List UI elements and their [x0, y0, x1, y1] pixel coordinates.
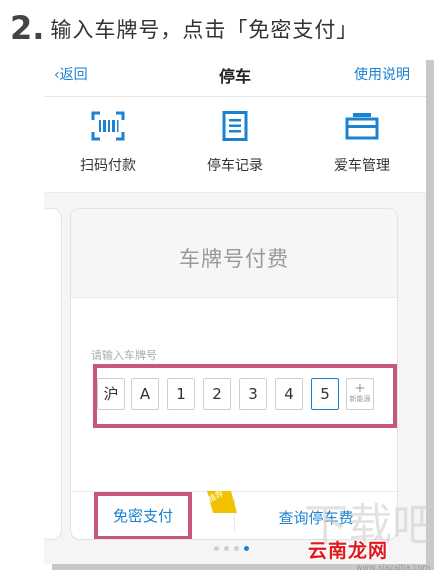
- step-instruction: 输入车牌号，点击「免密支付」: [50, 18, 359, 42]
- watermark-url: www.xiazaiba.com: [356, 563, 431, 572]
- back-label: 返回: [59, 67, 88, 83]
- plate-highlight-frame: [93, 364, 397, 428]
- car-manage-icon: [345, 113, 379, 140]
- previous-card-peek[interactable]: [44, 208, 62, 540]
- quick-actions: 扫码付款 停车记录 爱车管理: [44, 97, 426, 193]
- barcode-scan-icon: [91, 111, 125, 141]
- watermark-text: 云南龙网: [308, 540, 389, 562]
- phone-shadow-right: [426, 60, 434, 564]
- help-link[interactable]: 使用说明: [354, 64, 410, 84]
- back-button[interactable]: ‹返回: [54, 64, 88, 84]
- step-number: 2.: [10, 9, 45, 47]
- quick-action-label: 扫码付款: [80, 158, 136, 174]
- page-dot: [234, 546, 239, 551]
- quick-action-car-management[interactable]: 爱车管理: [302, 111, 422, 175]
- pay-highlight-frame: [94, 492, 192, 539]
- page-dot: [224, 546, 229, 551]
- page-dot: [214, 546, 219, 551]
- page-indicator: [214, 546, 249, 551]
- document-list-icon: [222, 111, 248, 141]
- card-header: 车牌号付费: [71, 209, 397, 298]
- plate-pay-card: 车牌号付费 请输入车牌号 沪 A 1 2 3 4 5 + 新能源 免密支付 推荐…: [70, 208, 398, 540]
- plate-input-label: 请输入车牌号: [91, 349, 157, 362]
- phone-screen: ‹返回 停车 使用说明 扫码付款 停车记录 爱车管理 车牌号付费 请输入车牌号 …: [44, 52, 426, 564]
- quick-action-parking-records[interactable]: 停车记录: [175, 111, 295, 175]
- page-dot-active: [244, 546, 249, 551]
- quick-action-label: 爱车管理: [334, 158, 390, 174]
- quick-action-label: 停车记录: [207, 158, 263, 174]
- nav-bar: ‹返回 停车 使用说明: [44, 52, 426, 97]
- quick-action-scan-pay[interactable]: 扫码付款: [48, 111, 168, 175]
- card-title: 车牌号付费: [179, 247, 289, 271]
- step-heading: 2. 输入车牌号，点击「免密支付」: [10, 12, 358, 44]
